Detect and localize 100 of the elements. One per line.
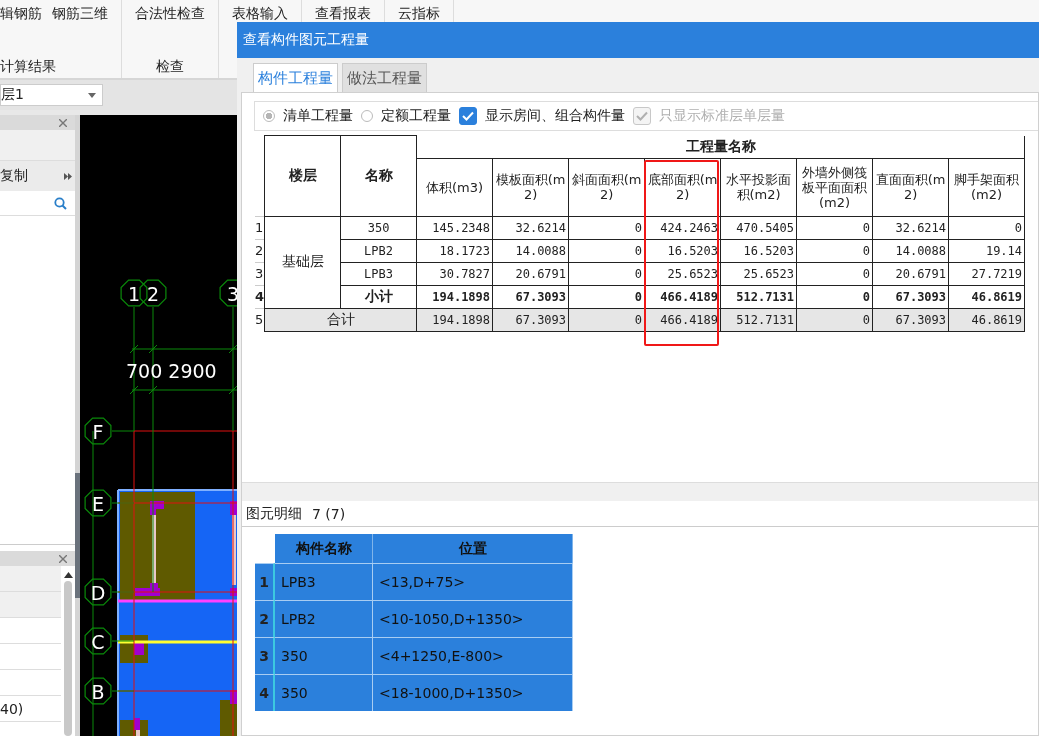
table-cell: 0 <box>796 239 873 262</box>
table-cell: 14.0088 <box>872 239 949 262</box>
column-header: 模板面积(m2) <box>492 158 569 216</box>
column-header: 直面面积(m2) <box>872 158 949 216</box>
table-cell[interactable]: LPB2 <box>275 600 373 637</box>
table-cell: 30.7827 <box>416 262 493 285</box>
axis-label: F <box>92 421 104 443</box>
row-number: 4 <box>255 674 275 711</box>
table-cell[interactable]: <10-1050,D+1350> <box>373 600 573 637</box>
table-cell[interactable]: 350 <box>275 674 373 711</box>
column-header: 位置 <box>373 534 573 563</box>
option-label[interactable]: 定额工程量 <box>381 107 451 125</box>
column-header: 体积(m3) <box>416 158 493 216</box>
caret-icon <box>88 92 96 98</box>
radio-button[interactable] <box>263 110 275 122</box>
row-number: 2 <box>255 239 265 262</box>
table-cell[interactable]: <13,D+75> <box>373 563 573 600</box>
table-cell: 0 <box>796 262 873 285</box>
group-label: 检查 <box>156 57 184 76</box>
row-number: 1 <box>255 216 265 239</box>
section-title: 图元明细 <box>246 504 302 523</box>
row-number: 4 <box>255 285 265 308</box>
axis-label: 3 <box>226 283 237 305</box>
axis-label: E <box>92 493 104 515</box>
group-label: 计算结果 <box>0 57 56 76</box>
floor-dropdown[interactable]: 层1 <box>0 84 103 106</box>
column-header: 外墙外侧筏板平面面积(m2) <box>796 158 873 216</box>
tab[interactable]: 构件工程量 <box>253 63 338 92</box>
table-cell: 0 <box>948 216 1025 239</box>
splitter-handle[interactable] <box>75 473 80 598</box>
item-count: 7 (7) <box>312 505 346 522</box>
ribbon-button[interactable]: 合法性检查 <box>135 4 205 22</box>
close-icon[interactable] <box>59 118 67 127</box>
scroll-up-icon <box>63 572 73 578</box>
table-row <box>0 592 61 618</box>
table-cell[interactable]: LPB3 <box>275 563 373 600</box>
table-cell: 350 <box>340 216 417 239</box>
table-cell[interactable]: <18-1000,D+1350> <box>373 674 573 711</box>
table-cell: LPB3 <box>340 262 417 285</box>
toolbar-label[interactable]: 复制 <box>0 167 28 185</box>
table-cell: 19.14 <box>948 239 1025 262</box>
table-cell: 512.7131 <box>720 285 797 308</box>
table-cell: 小计 <box>340 285 417 308</box>
more-icon[interactable] <box>64 172 72 180</box>
table-cell: 0 <box>796 216 873 239</box>
table-cell: 27.7219 <box>948 262 1025 285</box>
radio-button[interactable] <box>361 110 373 122</box>
table-cell: 32.6214 <box>492 216 569 239</box>
axis-label: D <box>90 582 106 604</box>
dimension-label: 700 2900 <box>126 360 217 382</box>
axis-label: B <box>91 681 105 703</box>
checkmark-icon <box>636 111 648 121</box>
table-cell[interactable]: <4+1250,E-800> <box>373 637 573 674</box>
option-label[interactable]: 显示房间、组合构件量 <box>485 107 625 125</box>
table-cell: 194.1898 <box>416 285 493 308</box>
table-cell: 40) <box>0 700 24 717</box>
drawing-canvas[interactable]: 1 2 3 F E D C B 700 2900 <box>80 115 237 736</box>
ribbon-button[interactable]: 钢筋三维 <box>52 4 108 22</box>
table-cell: 16.5203 <box>720 239 797 262</box>
table-cell: 25.6523 <box>720 262 797 285</box>
table-cell: 0 <box>796 285 873 308</box>
table-cell: 16.5203 <box>644 239 721 262</box>
dropdown-value: 层1 <box>1 86 24 104</box>
column-header: 构件名称 <box>275 534 373 563</box>
table-cell: 14.0088 <box>492 239 569 262</box>
axis-label: 2 <box>146 283 160 305</box>
ribbon-button[interactable]: 云指标 <box>398 4 440 22</box>
checkbox[interactable] <box>459 107 477 125</box>
column-header: 楼层 <box>264 135 341 216</box>
table-cell: 25.6523 <box>644 262 721 285</box>
ribbon-button[interactable]: 表格输入 <box>232 4 288 22</box>
ribbon-button[interactable]: 查看报表 <box>315 4 371 22</box>
table-cell: 合计 <box>264 308 417 331</box>
table-cell: 424.2463 <box>644 216 721 239</box>
column-header: 水平投影面积(m2) <box>720 158 797 216</box>
option-label[interactable]: 清单工程量 <box>283 107 353 125</box>
splitter[interactable] <box>75 115 80 736</box>
close-icon[interactable] <box>59 554 67 563</box>
table-cell: 20.6791 <box>872 262 949 285</box>
scroll-thumb[interactable] <box>64 581 72 736</box>
table-cell: 32.6214 <box>872 216 949 239</box>
table-cell: 67.3093 <box>492 285 569 308</box>
column-header: 名称 <box>340 135 417 216</box>
column-header: 斜面面积(m2) <box>568 158 645 216</box>
row-number: 3 <box>255 637 275 674</box>
table-cell: LPB2 <box>340 239 417 262</box>
column-header: 工程量名称 <box>416 135 1025 158</box>
table-cell[interactable]: 350 <box>275 637 373 674</box>
search-icon <box>54 196 67 210</box>
dialog-title: 查看构件图元工程量 <box>243 31 369 49</box>
table-cell: 20.6791 <box>492 262 569 285</box>
table-cell: 46.8619 <box>948 285 1025 308</box>
row-number: 1 <box>255 563 275 600</box>
axis-label: 1 <box>127 283 141 305</box>
column-header: 底部面积(m2) <box>644 158 721 216</box>
table-cell: 470.5405 <box>720 216 797 239</box>
tab[interactable]: 做法工程量 <box>342 63 427 92</box>
ribbon-button[interactable]: 辑钢筋 <box>0 4 42 22</box>
row-number: 2 <box>255 600 275 637</box>
column-header: 脚手架面积(m2) <box>948 158 1025 216</box>
